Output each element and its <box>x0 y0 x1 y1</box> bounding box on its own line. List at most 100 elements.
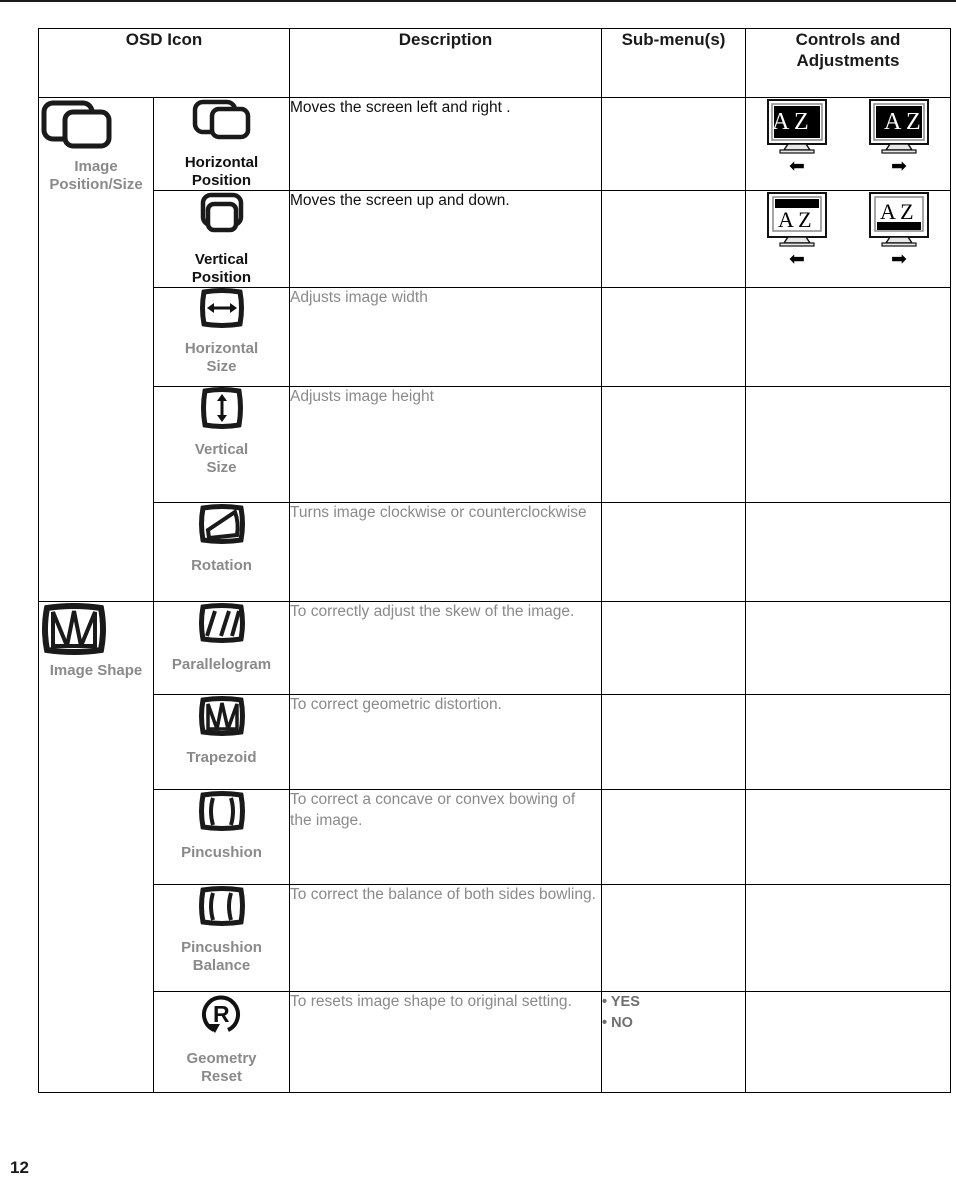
controls-cell <box>745 601 952 695</box>
icon-cell-rotation: Rotation <box>152 502 291 602</box>
description-cell: Adjusts image height <box>289 386 603 503</box>
submenu-cell: • YES • NO <box>601 991 747 1093</box>
controls-cell <box>745 502 952 602</box>
svg-text:R: R <box>213 1001 230 1027</box>
icon-label: Horizontal Size <box>184 340 259 375</box>
description-cell: Moves the screen up and down. <box>289 190 603 288</box>
table-row: Image Position/Size Horizontal Position … <box>38 97 952 602</box>
arrow-right-icon: ➡ <box>891 249 907 270</box>
icon-cell-horizontal-size: Horizontal Size <box>152 287 291 387</box>
submenu-cell <box>601 601 747 695</box>
description-cell: To correctly adjust the skew of the imag… <box>289 601 603 695</box>
rotation-icon <box>195 503 249 545</box>
icon-cell-pincushion-balance: Pincushion Balance <box>152 884 291 992</box>
image-shape-icon <box>39 602 153 656</box>
table-row: Vertical Size Adjusts image height <box>39 386 952 503</box>
group-label: Image Shape <box>49 662 143 679</box>
svg-text:A Z: A Z <box>772 109 809 135</box>
controls-cell <box>745 789 952 885</box>
icon-label: Pincushion <box>181 844 262 861</box>
submenu-item-yes[interactable]: • YES <box>602 992 745 1013</box>
monitor-left-icon: A Z <box>767 99 828 154</box>
monitor-right-icon: A Z <box>869 99 930 154</box>
submenu-cell <box>601 884 747 992</box>
description-cell: To resets image shape to original settin… <box>289 991 603 1093</box>
arrow-left-icon: ⬅ <box>789 249 805 270</box>
icon-label: Vertical Position <box>191 251 252 286</box>
header-osd-icon: OSD Icon <box>37 28 291 98</box>
horizontal-position-icon <box>191 98 253 142</box>
controls-cell <box>745 287 952 387</box>
submenu-cell <box>601 287 747 387</box>
table-row: Vertical Position Moves the screen up an… <box>39 190 952 288</box>
arrow-right-icon: ➡ <box>891 156 907 177</box>
monitor-shift-down: A Z ⬅ <box>766 191 828 269</box>
controls-cell <box>745 884 952 992</box>
controls-cell-horizontal-position: A Z ⬅ A Z ➡ <box>745 97 952 191</box>
monitor-down-icon: A Z <box>767 192 828 247</box>
icon-cell-horizontal-position: Horizontal Position <box>152 97 291 191</box>
group-image-position-size: Image Position/Size <box>38 97 154 602</box>
icon-label: Parallelogram <box>171 656 272 673</box>
header-description: Description <box>289 28 603 98</box>
submenu-cell <box>601 502 747 602</box>
icon-label: Trapezoid <box>186 749 257 766</box>
description-cell: To correct a concave or convex bowing of… <box>289 789 603 885</box>
osd-functions-table: OSD Icon Description Sub-menu(s) Control… <box>37 28 952 1093</box>
group-label: Image Position/Size <box>49 158 143 193</box>
icon-label: Horizontal Position <box>184 154 259 189</box>
parallelogram-icon <box>195 602 249 644</box>
controls-cell <box>745 694 952 790</box>
horizontal-size-icon <box>197 288 247 328</box>
icon-cell-vertical-position: Vertical Position <box>152 190 291 288</box>
table-row: Trapezoid To correct geometric distortio… <box>39 694 952 790</box>
icon-cell-geometry-reset: R Geometry Reset <box>152 991 291 1093</box>
trapezoid-icon <box>195 695 249 737</box>
table-row: Pincushion To correct a concave or conve… <box>39 789 952 885</box>
description-cell: Turns image clockwise or counterclockwis… <box>289 502 603 602</box>
image-position-size-icon <box>39 98 153 152</box>
table-row: Pincushion Balance To correct the balanc… <box>39 884 952 992</box>
horizontal-position-monitors: A Z ⬅ A Z ➡ <box>746 98 950 176</box>
icon-label: Rotation <box>191 557 252 574</box>
pincushion-balance-icon <box>195 885 249 927</box>
description-cell: Moves the screen left and right . <box>289 97 603 191</box>
icon-cell-parallelogram: Parallelogram <box>152 601 291 695</box>
table-row: Horizontal Size Adjusts image width <box>39 287 952 387</box>
vertical-size-icon <box>197 387 247 429</box>
submenu-cell <box>601 789 747 885</box>
arrow-left-icon: ⬅ <box>789 156 805 177</box>
pincushion-icon <box>195 790 249 832</box>
submenu-cell <box>601 694 747 790</box>
submenu-cell <box>601 386 747 503</box>
icon-cell-pincushion: Pincushion <box>152 789 291 885</box>
controls-cell <box>745 386 952 503</box>
vertical-position-monitors: A Z ⬅ A Z ➡ <box>746 191 950 269</box>
submenu-cell <box>601 190 747 288</box>
monitor-shift-left: A Z ⬅ <box>766 98 828 176</box>
monitor-shift-right: A Z ➡ <box>868 98 930 176</box>
svg-text:A Z: A Z <box>778 207 812 232</box>
icon-cell-trapezoid: Trapezoid <box>152 694 291 790</box>
vertical-position-icon <box>198 191 246 239</box>
page-number: 12 <box>10 1158 29 1177</box>
group-image-shape: Image Shape <box>38 601 154 1093</box>
svg-text:A Z: A Z <box>880 199 914 224</box>
page-top-rule <box>0 0 956 2</box>
description-cell: Adjusts image width <box>289 287 603 387</box>
submenu-cell <box>601 97 747 191</box>
controls-cell-vertical-position: A Z ⬅ A Z ➡ <box>745 190 952 288</box>
header-controls-adjustments: Controls and Adjustments <box>745 28 952 98</box>
header-sub-menus: Sub-menu(s) <box>601 28 747 98</box>
table-row: R Geometry Reset To resets image shape t… <box>39 991 952 1093</box>
description-cell: To correct geometric distortion. <box>289 694 603 790</box>
icon-label: Geometry Reset <box>186 1050 257 1085</box>
icon-label: Pincushion Balance <box>181 939 262 974</box>
geometry-reset-icon: R <box>198 992 246 1038</box>
description-cell: To correct the balance of both sides bow… <box>289 884 603 992</box>
submenu-item-no[interactable]: • NO <box>602 1013 745 1034</box>
svg-text:A Z: A Z <box>884 109 921 135</box>
monitor-up-icon: A Z <box>869 192 930 247</box>
table-row: Image Shape Parallelogram To correctly a… <box>38 601 952 1093</box>
table-header-row: OSD Icon Description Sub-menu(s) Control… <box>37 28 952 98</box>
